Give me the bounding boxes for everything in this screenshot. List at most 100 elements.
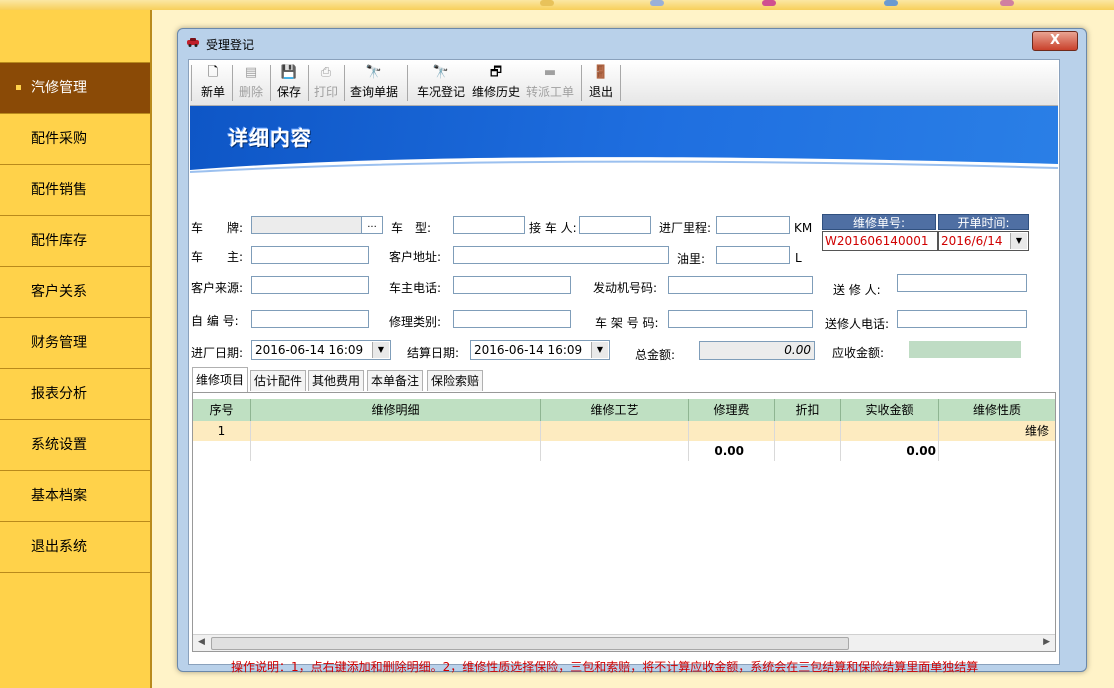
exit-button[interactable]: 🚪 退出 bbox=[586, 65, 616, 101]
save-label: 保存 bbox=[276, 85, 301, 99]
cell-discount[interactable] bbox=[775, 421, 841, 441]
cell-craft[interactable] bbox=[541, 421, 689, 441]
receivable-value bbox=[909, 341, 1021, 358]
repair-type-input[interactable] bbox=[453, 310, 571, 328]
scroll-left-icon[interactable]: ◀ bbox=[198, 637, 205, 647]
taskbar-icon[interactable] bbox=[762, 0, 776, 6]
cell-nature[interactable]: 维修 bbox=[939, 421, 1055, 441]
sender-input[interactable] bbox=[897, 274, 1027, 292]
column-header[interactable]: 修理费 bbox=[689, 399, 775, 421]
receiver-input[interactable] bbox=[579, 216, 651, 234]
chevron-down-icon[interactable]: ▼ bbox=[1010, 233, 1027, 249]
registration-window: 受理登记 X 🗋 新单 ▤ 删除 💾 保存 ⎙ 打印 🔭 查询单据 🔭 车况登记… bbox=[177, 28, 1087, 674]
source-input[interactable] bbox=[251, 276, 369, 294]
fuel-label: 油里: bbox=[677, 252, 706, 266]
sidebar-item-inventory[interactable]: 配件库存 bbox=[0, 216, 150, 267]
delete-icon: ▤ bbox=[244, 65, 258, 80]
in-date-picker[interactable]: 2016-06-14 16:09 ▼ bbox=[251, 340, 391, 360]
taskbar-icon[interactable] bbox=[884, 0, 898, 6]
self-no-input[interactable] bbox=[251, 310, 369, 328]
sidebar-item-archives[interactable]: 基本档案 bbox=[0, 471, 150, 522]
cell-fee[interactable] bbox=[689, 421, 775, 441]
chevron-down-icon[interactable]: ▼ bbox=[591, 342, 608, 358]
new-button[interactable]: 🗋 新单 bbox=[198, 65, 228, 101]
tab-estimated-parts[interactable]: 估计配件 bbox=[250, 370, 307, 391]
taskbar-icon[interactable] bbox=[650, 0, 664, 6]
scrollbar-thumb[interactable] bbox=[211, 637, 849, 650]
query-label: 查询单据 bbox=[349, 85, 398, 99]
column-header[interactable]: 维修工艺 bbox=[541, 399, 689, 421]
plate-input[interactable] bbox=[251, 216, 363, 234]
open-time-picker[interactable]: 2016/6/14 ▼ bbox=[938, 231, 1029, 251]
operation-note: 操作说明：1，点右键添加和删除明细。2，维修性质选择保险，三包和索赔，将不计算应… bbox=[231, 660, 979, 674]
open-time-value: 2016/6/14 bbox=[941, 234, 1003, 248]
taskbar-icon[interactable] bbox=[1000, 0, 1014, 6]
sender-phone-input[interactable] bbox=[897, 310, 1027, 328]
in-date-label: 进厂日期: bbox=[191, 346, 244, 360]
tab-other-fees[interactable]: 其他费用 bbox=[308, 370, 365, 391]
banner-wave bbox=[190, 157, 1058, 174]
receiver-label: 接 车 人: bbox=[529, 221, 577, 235]
frame-no-input[interactable] bbox=[668, 310, 813, 328]
fuel-input[interactable] bbox=[716, 246, 790, 264]
sidebar-item-customers[interactable]: 客户关系 bbox=[0, 267, 150, 318]
self-no-label: 自 编 号: bbox=[191, 314, 239, 328]
toolbar: 🗋 新单 ▤ 删除 💾 保存 ⎙ 打印 🔭 查询单据 🔭 车况登记 🗗 维修历史… bbox=[190, 61, 1058, 106]
tab-order-notes[interactable]: 本单备注 bbox=[367, 370, 424, 391]
receivable-label: 应收金额: bbox=[832, 346, 885, 360]
sidebar-item-sales[interactable]: 配件销售 bbox=[0, 165, 150, 216]
column-header[interactable]: 维修明细 bbox=[251, 399, 541, 421]
address-input[interactable] bbox=[453, 246, 669, 264]
taskbar-icon[interactable] bbox=[540, 0, 554, 6]
model-label: 车 型: bbox=[391, 221, 432, 235]
settle-date-picker[interactable]: 2016-06-14 16:09 ▼ bbox=[470, 340, 610, 360]
save-button[interactable]: 💾 保存 bbox=[274, 65, 304, 101]
source-label: 客户来源: bbox=[191, 281, 244, 295]
scroll-right-icon[interactable]: ▶ bbox=[1043, 637, 1050, 647]
transfer-label: 转派工单 bbox=[525, 85, 574, 99]
repair-history-button[interactable]: 🗗 维修历史 bbox=[470, 65, 522, 101]
transfer-button[interactable]: ▬ 转派工单 bbox=[524, 65, 576, 101]
total-label: 总金额: bbox=[635, 348, 676, 362]
column-header[interactable]: 实收金额 bbox=[841, 399, 939, 421]
window-titlebar[interactable]: 受理登记 X bbox=[178, 29, 1086, 57]
column-header[interactable]: 序号 bbox=[193, 399, 251, 421]
print-button[interactable]: ⎙ 打印 bbox=[311, 65, 341, 101]
engine-no-input[interactable] bbox=[668, 276, 813, 294]
grid-header: 序号 维修明细 维修工艺 修理费 折扣 实收金额 维修性质 bbox=[193, 399, 1055, 421]
delete-button[interactable]: ▤ 删除 bbox=[236, 65, 266, 101]
chevron-down-icon[interactable]: ▼ bbox=[372, 342, 389, 358]
horizontal-scrollbar[interactable]: ◀ ▶ bbox=[193, 634, 1055, 651]
plate-browse-button[interactable]: ... bbox=[361, 216, 383, 234]
cell-actual[interactable] bbox=[841, 421, 939, 441]
model-input[interactable] bbox=[453, 216, 525, 234]
totals-row: 0.00 0.00 bbox=[193, 441, 1055, 461]
owner-input[interactable] bbox=[251, 246, 369, 264]
total-fee: 0.00 bbox=[689, 441, 775, 461]
open-time-header: 开单时间: bbox=[938, 214, 1029, 230]
owner-phone-input[interactable] bbox=[453, 276, 571, 294]
tab-repair-items[interactable]: 维修项目 bbox=[192, 367, 249, 392]
sidebar-item-purchase[interactable]: 配件采购 bbox=[0, 114, 150, 165]
table-row[interactable]: 1 维修 bbox=[193, 421, 1055, 441]
tab-insurance-claim[interactable]: 保险索赔 bbox=[427, 370, 484, 391]
sidebar-item-exit[interactable]: 退出系统 bbox=[0, 522, 150, 573]
sidebar-item-finance[interactable]: 财务管理 bbox=[0, 318, 150, 369]
sender-phone-label: 送修人电话: bbox=[825, 317, 890, 331]
column-header[interactable]: 维修性质 bbox=[939, 399, 1055, 421]
sidebar-item-repair[interactable]: 汽修管理 bbox=[0, 63, 150, 114]
details-banner: 详细内容 bbox=[190, 106, 1058, 174]
cell-detail[interactable] bbox=[251, 421, 541, 441]
mileage-input[interactable] bbox=[716, 216, 790, 234]
mileage-label: 进厂里程: bbox=[659, 221, 712, 235]
sidebar-item-settings[interactable]: 系统设置 bbox=[0, 420, 150, 471]
close-button[interactable]: X bbox=[1032, 31, 1078, 51]
history-icon: 🗗 bbox=[489, 65, 503, 80]
engine-no-label: 发动机号码: bbox=[593, 281, 658, 295]
sidebar-item-reports[interactable]: 报表分析 bbox=[0, 369, 150, 420]
query-button[interactable]: 🔭 查询单据 bbox=[348, 65, 400, 101]
vehicle-check-button[interactable]: 🔭 车况登记 bbox=[415, 65, 467, 101]
car-icon bbox=[187, 38, 199, 47]
column-header[interactable]: 折扣 bbox=[775, 399, 841, 421]
in-date-value: 2016-06-14 16:09 bbox=[255, 343, 364, 357]
